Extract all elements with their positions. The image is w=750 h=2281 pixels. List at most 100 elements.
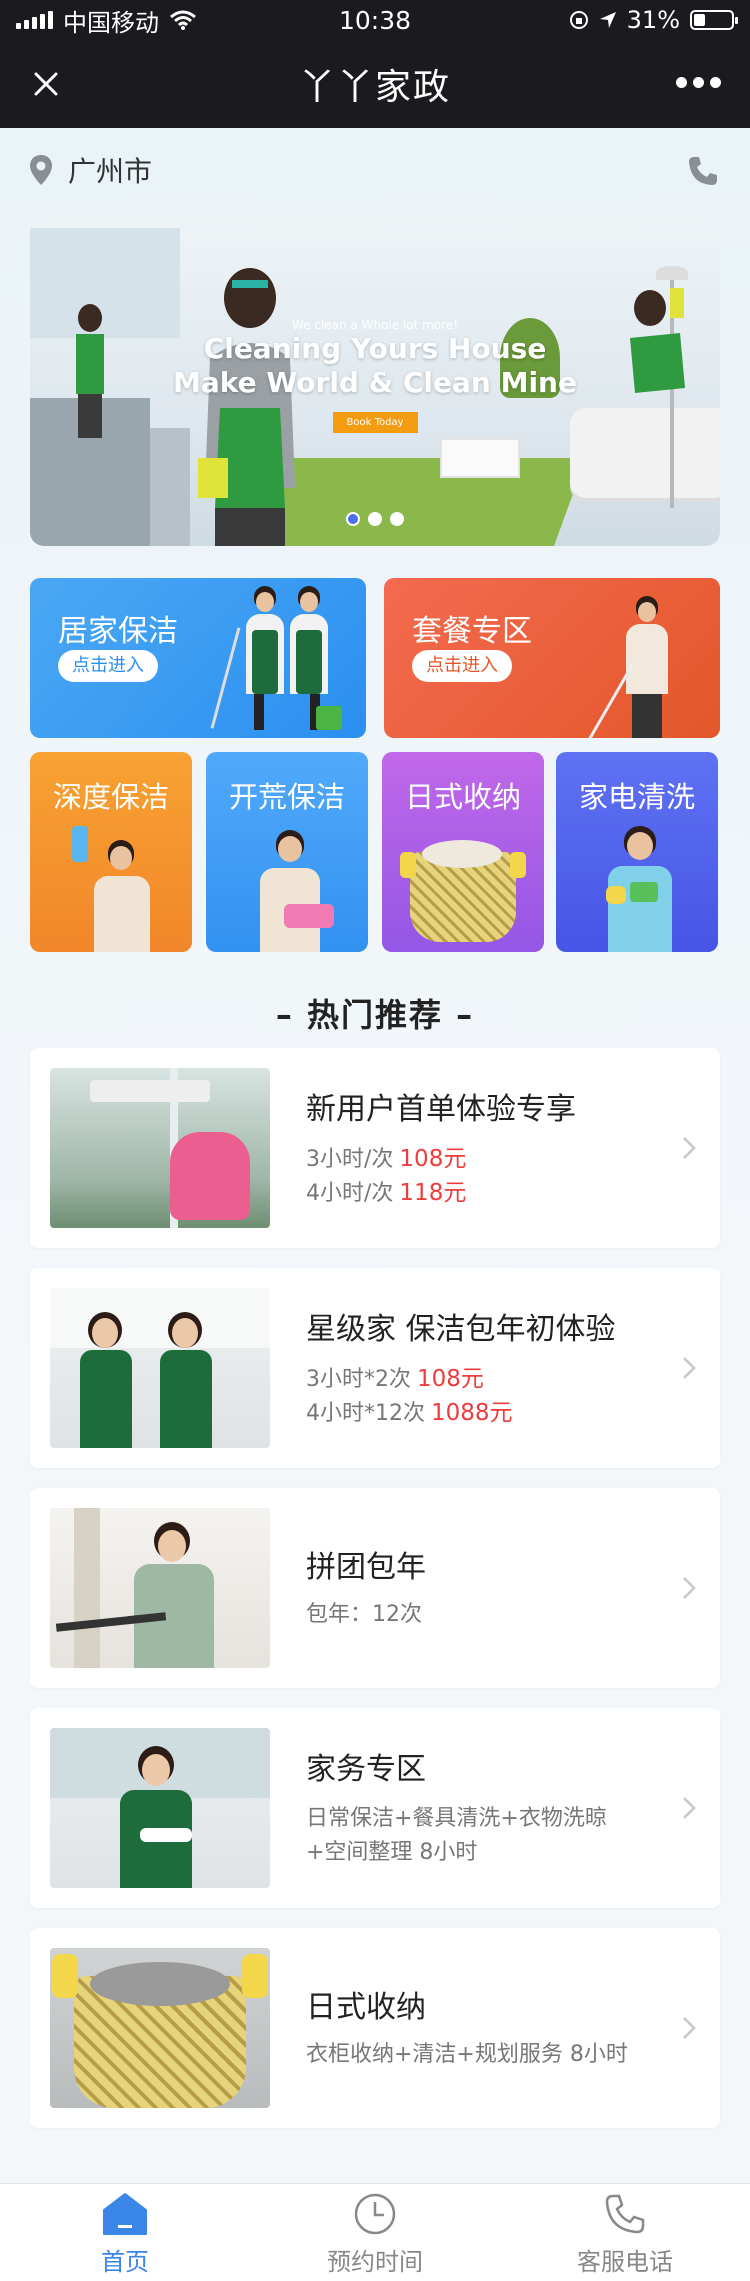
item-detail-text: 包年：12次 <box>306 1602 422 1627</box>
item-title: 日式收纳 <box>306 1990 426 2025</box>
item-title: 拼团包年 <box>306 1550 426 1585</box>
status-bar: 中国移动 10:38 31% <box>0 0 750 40</box>
item-detail: 4小时*12次 1088元 <box>306 1396 513 1431</box>
tab-label: 预约时间 <box>327 2248 423 2276</box>
item-price: 118元 <box>399 1180 467 1206</box>
enter-button[interactable]: 点击进入 <box>412 650 512 682</box>
item-detail: 3小时*2次 108元 <box>306 1362 484 1397</box>
enter-button[interactable]: 点击进入 <box>58 650 158 682</box>
tab-home[interactable]: 首页 <box>0 2184 250 2281</box>
item-price: 1088元 <box>431 1400 513 1426</box>
carousel-dot[interactable] <box>346 512 360 526</box>
category-title: 日式收纳 <box>404 780 521 814</box>
banner-carousel[interactable]: We clean a Whole lot more! Cleaning Your… <box>30 218 720 546</box>
chevron-right-icon <box>683 1137 696 1159</box>
category-deep-cleaning[interactable]: 深度保洁 <box>30 752 192 952</box>
banner-table <box>440 438 520 478</box>
category-title: 开荒保洁 <box>228 780 345 814</box>
book-today-button[interactable]: Book Today <box>332 412 418 433</box>
wifi-icon <box>170 10 196 30</box>
category-move-in-cleaning[interactable]: 开荒保洁 <box>206 752 368 952</box>
item-detail: 包年：12次 <box>306 1598 422 1632</box>
city-label: 广州市 <box>68 155 153 188</box>
item-detail: 日常保洁+餐具清洗+衣物洗晾 <box>306 1802 607 1836</box>
banner-headline-2: Make World & Clean Mine <box>173 366 577 399</box>
clock-icon <box>354 2193 396 2235</box>
laundry-basket-illustration <box>400 832 526 952</box>
chevron-right-icon <box>683 1577 696 1599</box>
phone-icon <box>605 2194 645 2234</box>
location-pin-icon <box>30 155 52 185</box>
location-selector[interactable]: 广州市 <box>28 150 152 190</box>
item-detail-text: 3小时/次 <box>306 1147 394 1172</box>
item-detail: 4小时/次 118元 <box>306 1176 466 1211</box>
item-thumbnail <box>50 1068 270 1228</box>
section-title: – 热门推荐 – <box>275 996 475 1034</box>
list-item[interactable]: 新用户首单体验专享 3小时/次 108元 4小时/次 118元 <box>30 1048 720 1248</box>
home-icon <box>103 2193 147 2235</box>
orientation-lock-icon <box>569 11 588 29</box>
banner-tagline: We clean a Whole lot more! <box>291 318 459 332</box>
tab-label: 首页 <box>101 2248 149 2276</box>
phone-icon[interactable] <box>686 154 720 188</box>
signal-icon <box>16 11 53 29</box>
list-item[interactable]: 星级家 保洁包年初体验 3小时*2次 108元 4小时*12次 1088元 <box>30 1268 720 1468</box>
category-title: 深度保洁 <box>52 780 169 814</box>
category-appliance-cleaning[interactable]: 家电清洗 <box>556 752 718 952</box>
item-title: 星级家 保洁包年初体验 <box>306 1312 616 1347</box>
cleaner-basket-illustration <box>236 826 346 952</box>
carrier-label: 中国移动 <box>63 8 159 37</box>
carousel-indicators <box>30 512 720 526</box>
item-detail: 3小时/次 108元 <box>306 1142 466 1177</box>
nav-bar: 丫丫家政 <box>0 40 750 128</box>
battery-icon <box>690 10 738 30</box>
battery-level <box>694 14 706 26</box>
item-price: 108元 <box>399 1146 467 1172</box>
list-item[interactable]: 日式收纳 衣柜收纳+清洁+规划服务 8小时 <box>30 1928 720 2128</box>
chevron-right-icon <box>683 2017 696 2039</box>
battery-percent: 31% <box>626 6 680 34</box>
category-title: 家电清洗 <box>578 780 695 814</box>
page-title: 丫丫家政 <box>298 67 451 108</box>
item-detail-text: 衣柜收纳+清洁+规划服务 8小时 <box>306 2042 628 2067</box>
list-item[interactable]: 拼团包年 包年：12次 <box>30 1488 720 1688</box>
list-item[interactable]: 家务专区 日常保洁+餐具清洗+衣物洗晾 +空间整理 8小时 <box>30 1708 720 1908</box>
item-thumbnail <box>50 1948 270 2108</box>
item-detail-text: 3小时*2次 <box>306 1367 411 1392</box>
category-package-zone[interactable]: 套餐专区 点击进入 <box>384 578 720 738</box>
close-icon[interactable] <box>26 64 66 104</box>
item-detail-text: 4小时*12次 <box>306 1401 425 1426</box>
category-title: 居家保洁 <box>58 614 178 649</box>
banner-text: We clean a Whole lot more! Cleaning Your… <box>30 318 720 433</box>
tab-customer-service[interactable]: 客服电话 <box>500 2184 750 2281</box>
tab-appointment[interactable]: 预约时间 <box>250 2184 500 2281</box>
tab-label: 客服电话 <box>577 2248 673 2276</box>
item-detail: +空间整理 8小时 <box>306 1836 477 1870</box>
category-japanese-storage[interactable]: 日式收纳 <box>382 752 544 952</box>
cleaner-spray-illustration <box>60 826 170 952</box>
item-detail-text: +空间整理 8小时 <box>306 1840 478 1865</box>
item-thumbnail <box>50 1288 270 1448</box>
carousel-dot[interactable] <box>368 512 382 526</box>
cleaner-pair-illustration <box>210 586 350 736</box>
item-title: 家务专区 <box>306 1752 426 1787</box>
item-title: 新用户首单体验专享 <box>306 1092 576 1127</box>
location-arrow-icon <box>599 12 616 28</box>
carousel-dot[interactable] <box>390 512 404 526</box>
cleaner-mop-illustration <box>587 596 702 738</box>
chevron-right-icon <box>683 1357 696 1379</box>
status-right: 31% <box>569 6 738 34</box>
item-detail-text: 4小时/次 <box>306 1181 394 1206</box>
item-price: 108元 <box>417 1366 484 1392</box>
chevron-right-icon <box>683 1797 696 1819</box>
bottom-tab-bar: 首页 预约时间 客服电话 <box>0 2183 750 2281</box>
cleaner-gloves-illustration <box>586 822 696 952</box>
item-detail: 衣柜收纳+清洁+规划服务 8小时 <box>306 2038 628 2072</box>
category-title: 套餐专区 <box>412 614 532 649</box>
category-home-cleaning[interactable]: 居家保洁 点击进入 <box>30 578 366 738</box>
more-icon[interactable] <box>676 70 726 94</box>
item-thumbnail <box>50 1508 270 1668</box>
item-thumbnail <box>50 1728 270 1888</box>
banner-headline-1: Cleaning Yours House <box>203 332 547 365</box>
status-left: 中国移动 <box>16 3 197 38</box>
